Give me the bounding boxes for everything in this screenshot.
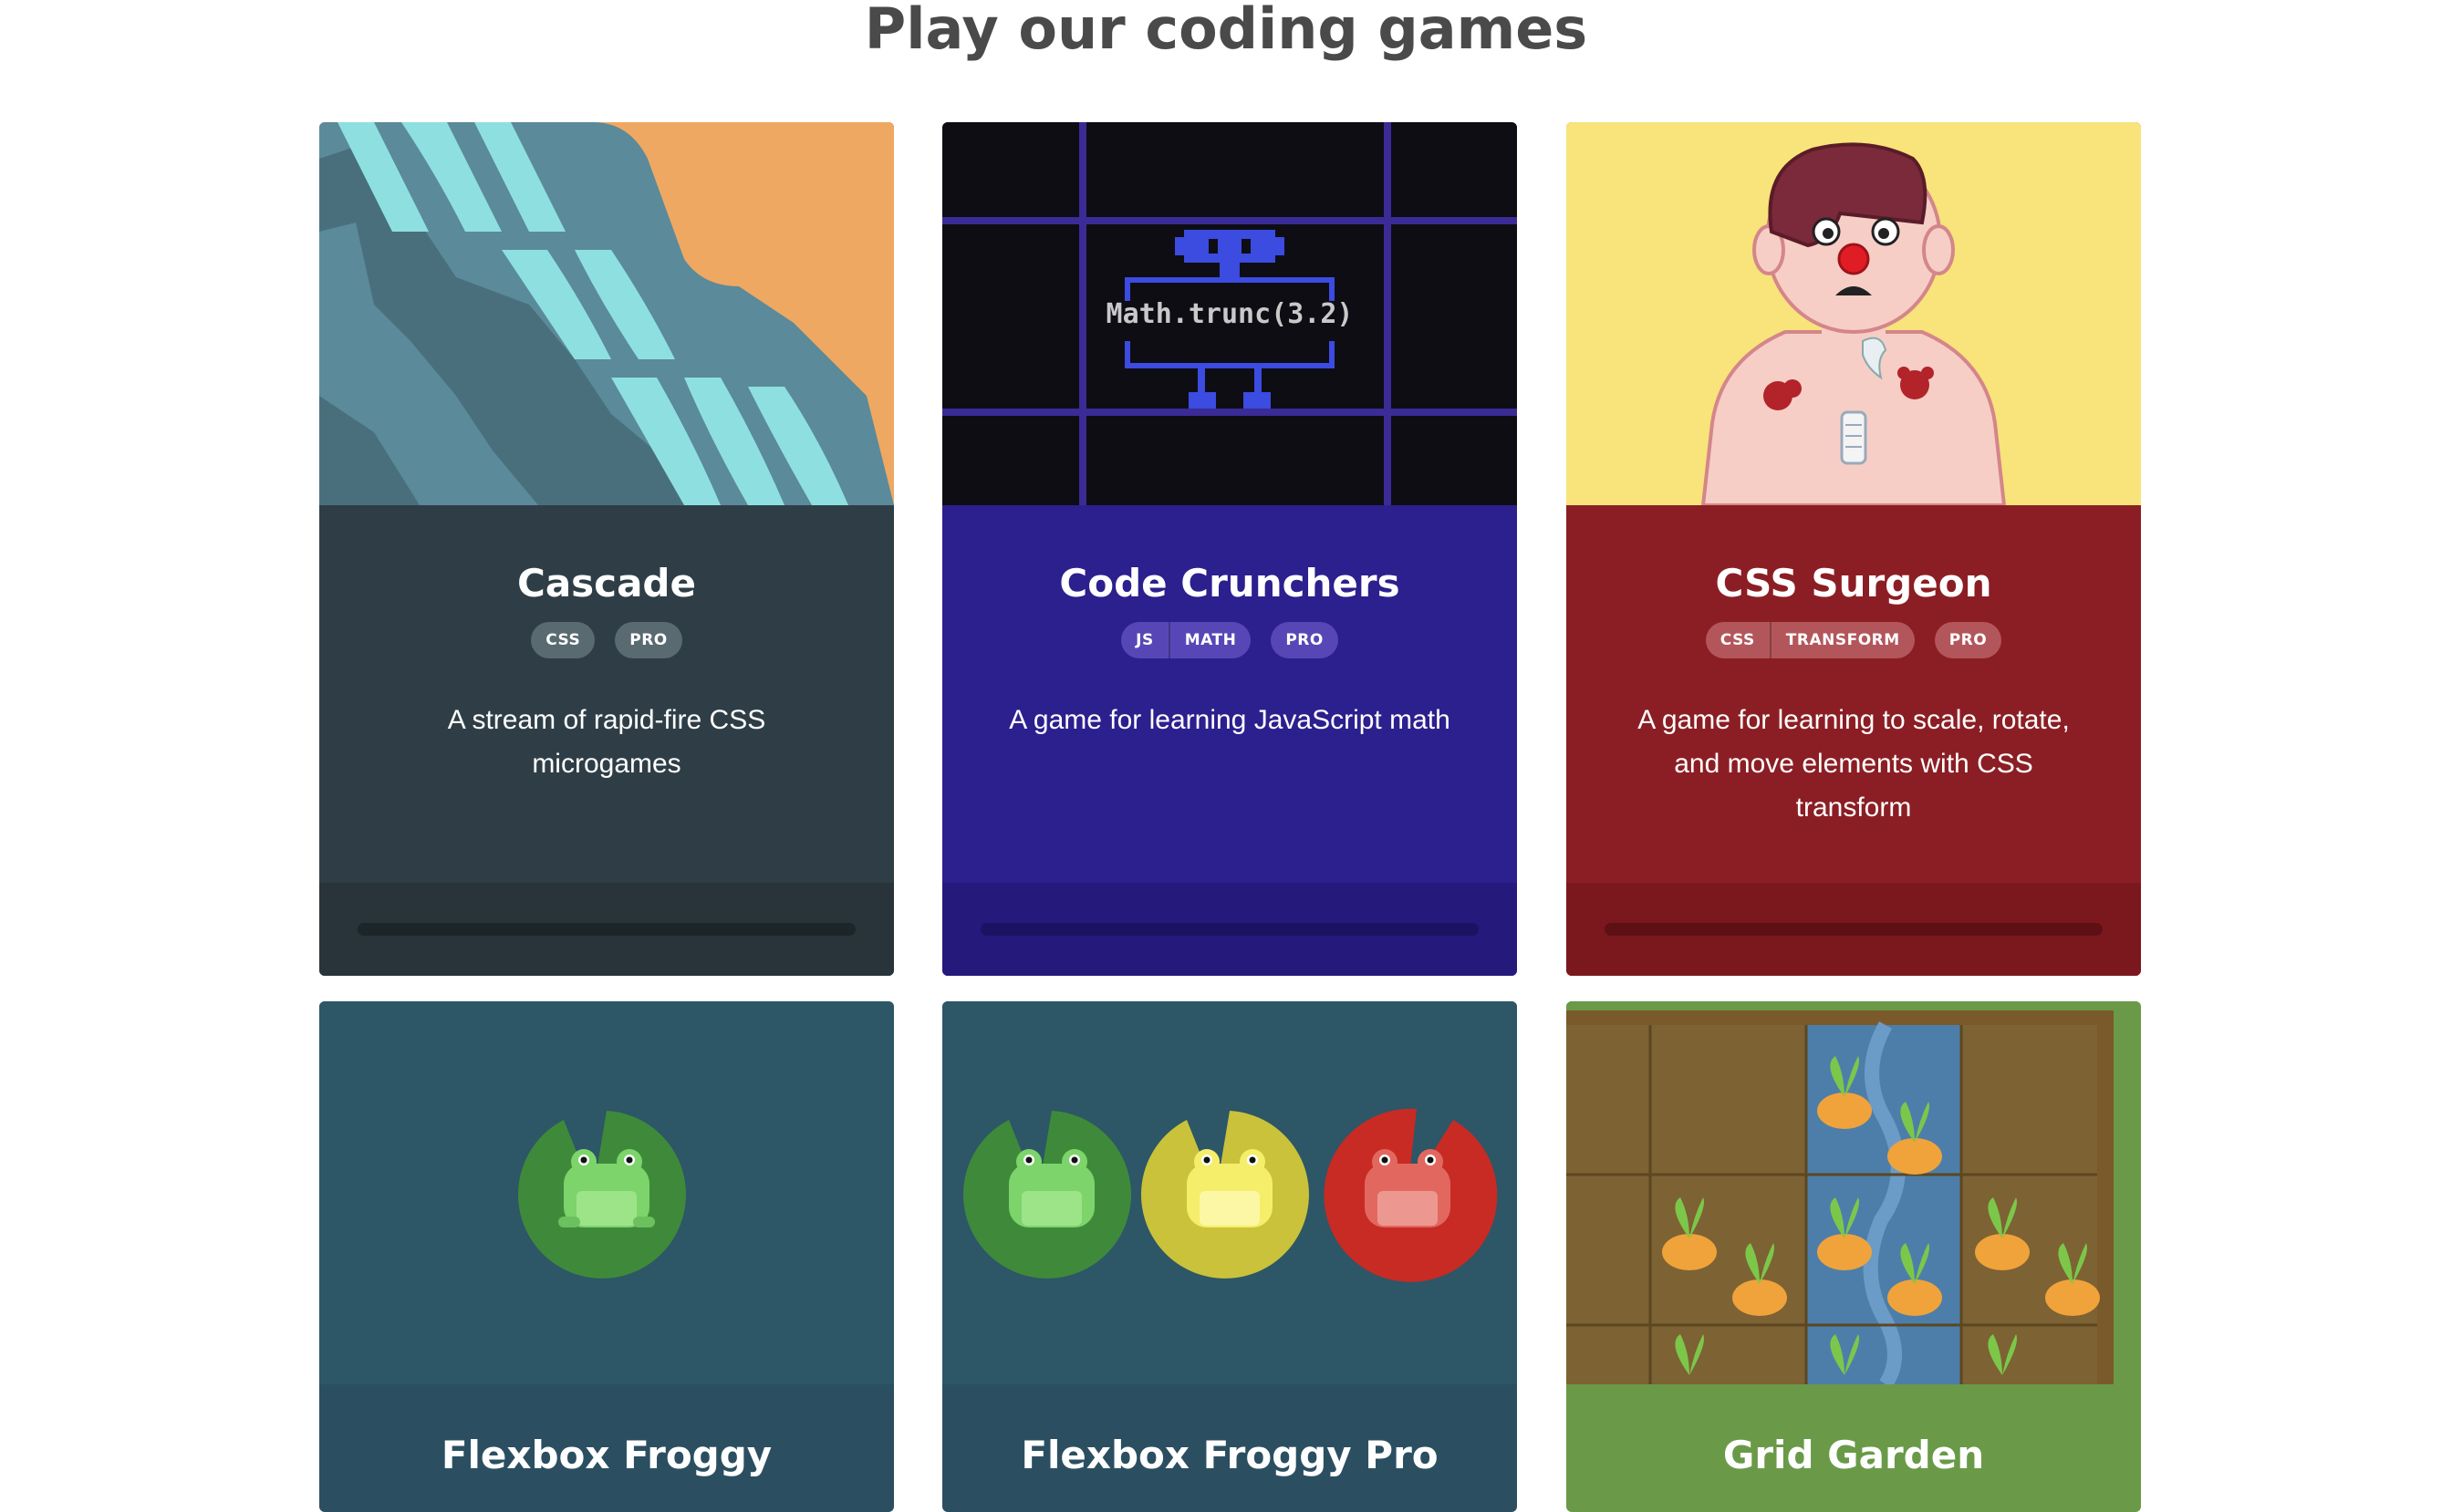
tag-list: CSS PRO [319, 622, 894, 658]
page-title: Play our coding games [864, 0, 1588, 62]
art-code-label: Math.trunc(3.2) [1107, 298, 1354, 330]
progress-bar [981, 923, 1479, 936]
tag-label: PRO [1948, 631, 1988, 649]
tag-label: CSS [545, 631, 581, 649]
card-description: A game for learning to scale, rotate, an… [1637, 705, 2070, 823]
tag-badge: CSS [531, 622, 596, 658]
card-title: Code Crunchers [1059, 561, 1400, 606]
progress-bar [1605, 923, 2103, 936]
grid-garden-artwork [1566, 1001, 2141, 1384]
card-title: CSS Surgeon [1715, 561, 1992, 606]
frog-lilypad-green [962, 1111, 1131, 1279]
tag-label: PRO [1285, 631, 1324, 649]
card-title: Grid Garden [1722, 1433, 1985, 1477]
tag-label: JS [1136, 631, 1154, 649]
tag-label: CSS [1720, 631, 1755, 649]
frog-lilypad-green [517, 1111, 686, 1279]
card-footer [1566, 883, 2141, 976]
flexbox-froggy-artwork [319, 1001, 894, 1384]
css-surgeon-artwork [1566, 122, 2141, 505]
tag-label: PRO [629, 631, 668, 649]
game-card-flexbox-froggy-pro[interactable]: Flexbox Froggy Pro [942, 1001, 1517, 1512]
tag-badge: JS MATH [1121, 622, 1252, 658]
cascade-artwork [319, 122, 894, 505]
frog-lilypad-yellow [1140, 1111, 1309, 1279]
card-description: A stream of rapid-fire CSS microgames [447, 705, 766, 779]
tag-badge: PRO [1271, 622, 1338, 658]
card-footer [942, 883, 1517, 976]
card-title: Cascade [517, 561, 696, 606]
game-card-grid-garden[interactable]: Grid Garden [1566, 1001, 2141, 1512]
progress-bar [358, 923, 856, 936]
tag-badge: PRO [1934, 622, 2002, 658]
tag-badge: PRO [615, 622, 682, 658]
game-card-code-crunchers[interactable]: Math.trunc(3.2) Code Crunchers JS MATH P… [942, 122, 1517, 976]
flexbox-froggy-pro-artwork [942, 1001, 1517, 1384]
frog-lilypad-red [1324, 1108, 1498, 1282]
tag-label: MATH [1168, 622, 1252, 658]
game-card-flexbox-froggy[interactable]: Flexbox Froggy [319, 1001, 894, 1512]
card-title: Flexbox Froggy [441, 1433, 773, 1477]
tag-badge: CSS TRANSFORM [1705, 622, 1915, 658]
tag-list: JS MATH PRO [942, 622, 1517, 658]
card-description: A game for learning JavaScript math [1009, 705, 1450, 735]
tag-list: CSS TRANSFORM PRO [1566, 622, 2141, 658]
game-card-cascade[interactable]: Cascade CSS PRO A stream of rapid-fire C… [319, 122, 894, 976]
game-card-css-surgeon[interactable]: CSS Surgeon CSS TRANSFORM PRO A game for… [1566, 122, 2141, 976]
card-footer [319, 883, 894, 976]
card-title: Flexbox Froggy Pro [1021, 1433, 1439, 1477]
tag-label: TRANSFORM [1769, 622, 1915, 658]
code-crunchers-artwork: Math.trunc(3.2) [942, 122, 1517, 505]
